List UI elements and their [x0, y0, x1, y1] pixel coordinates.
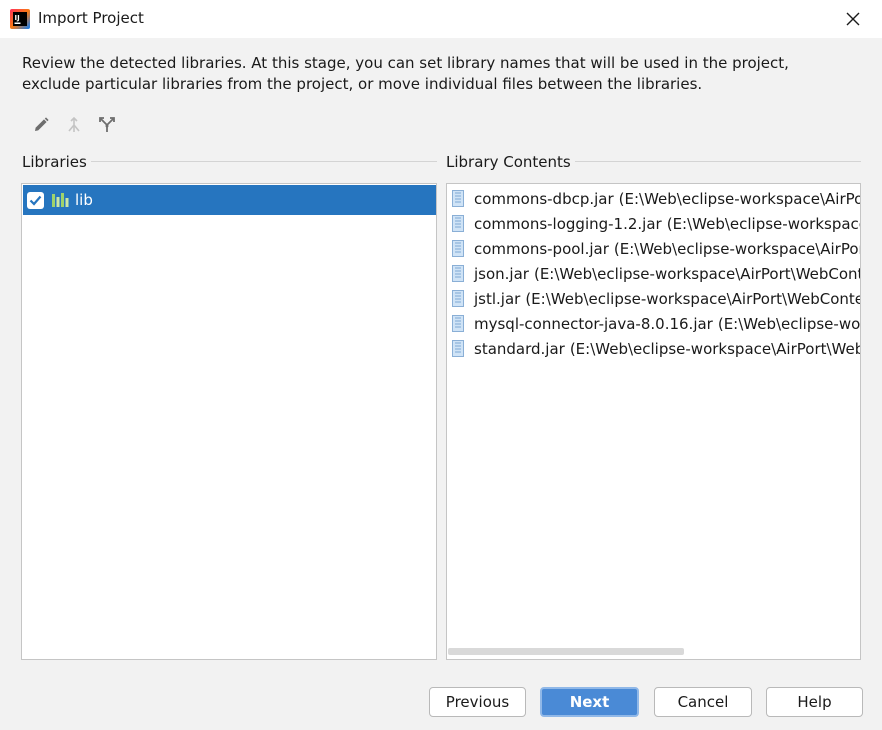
jar-file-icon	[452, 265, 464, 282]
library-icon	[52, 193, 69, 207]
library-name: lib	[75, 191, 93, 209]
split-button[interactable]	[94, 113, 119, 137]
previous-button[interactable]: Previous	[429, 687, 526, 717]
title-bar: IJ Import Project	[0, 0, 882, 38]
file-name: mysql-connector-java-8.0.16.jar	[474, 314, 713, 333]
window-title: Import Project	[38, 9, 144, 27]
intellij-idea-icon: IJ	[10, 9, 30, 29]
svg-text:IJ: IJ	[15, 14, 20, 22]
merge-icon	[67, 116, 80, 132]
list-item[interactable]: commons-pool.jar (E:\Web\eclipse-workspa…	[452, 236, 861, 261]
file-name: standard.jar	[474, 339, 565, 358]
list-item[interactable]: mysql-connector-java-8.0.16.jar (E:\Web\…	[452, 311, 861, 336]
library-checkbox[interactable]	[27, 191, 44, 209]
edit-pencil-icon	[34, 117, 49, 131]
help-button[interactable]: Help	[766, 687, 863, 717]
file-path: (E:\Web\eclipse-workspace\AirPort\WebCon	[569, 339, 860, 358]
file-path: (E:\Web\eclipse-workspace\AirPo	[618, 189, 861, 208]
jar-file-icon	[452, 340, 464, 357]
list-item[interactable]: jstl.jar (E:\Web\eclipse-workspace\AirPo…	[452, 286, 861, 311]
next-button[interactable]: Next	[540, 687, 639, 717]
close-icon	[846, 12, 860, 26]
file-path: (E:\Web\eclipse-work	[717, 314, 861, 333]
jar-file-icon	[452, 240, 464, 257]
jar-file-icon	[452, 190, 464, 207]
list-item[interactable]: json.jar (E:\Web\eclipse-workspace\AirPo…	[452, 261, 861, 286]
jar-file-icon	[452, 215, 464, 232]
file-path: (E:\Web\eclipse-workspace\AirPort\WebCon…	[525, 289, 861, 308]
file-name: commons-dbcp.jar	[474, 189, 614, 208]
list-item[interactable]: commons-dbcp.jar (E:\Web\eclipse-workspa…	[452, 186, 861, 211]
library-item-lib[interactable]: lib	[23, 185, 436, 215]
file-name: commons-logging-1.2.jar	[474, 214, 662, 233]
library-contents-list[interactable]: commons-dbcp.jar (E:\Web\eclipse-workspa…	[446, 183, 861, 660]
contents-divider	[575, 161, 861, 162]
list-item[interactable]: commons-logging-1.2.jar (E:\Web\eclipse-…	[452, 211, 861, 236]
jar-file-icon	[452, 315, 464, 332]
file-list: commons-dbcp.jar (E:\Web\eclipse-workspa…	[452, 186, 861, 361]
file-name: commons-pool.jar	[474, 239, 609, 258]
close-button[interactable]	[836, 3, 870, 35]
library-toolbar	[28, 113, 119, 137]
checkmark-icon	[29, 195, 42, 206]
file-path: (E:\Web\eclipse-workspace\AirPor	[613, 239, 861, 258]
horizontal-scrollbar-thumb[interactable]	[448, 648, 684, 655]
description-text: Review the detected libraries. At this s…	[22, 53, 872, 95]
edit-button[interactable]	[28, 113, 53, 137]
file-path: (E:\Web\eclipse-workspace\AirPort\WebCon…	[533, 264, 861, 283]
cancel-button[interactable]: Cancel	[654, 687, 752, 717]
list-item[interactable]: standard.jar (E:\Web\eclipse-workspace\A…	[452, 336, 860, 361]
split-icon	[98, 117, 115, 132]
description-line: exclude particular libraries from the pr…	[22, 75, 703, 93]
file-name: json.jar	[474, 264, 529, 283]
jar-file-icon	[452, 290, 464, 307]
library-contents-label: Library Contents	[446, 153, 571, 171]
libraries-list[interactable]: lib	[21, 183, 437, 660]
merge-button[interactable]	[61, 113, 86, 137]
file-path: (E:\Web\eclipse-workspace	[666, 214, 861, 233]
file-name: jstl.jar	[474, 289, 521, 308]
libraries-label: Libraries	[22, 153, 87, 171]
description-line: Review the detected libraries. At this s…	[22, 54, 789, 72]
libraries-divider	[91, 161, 437, 162]
